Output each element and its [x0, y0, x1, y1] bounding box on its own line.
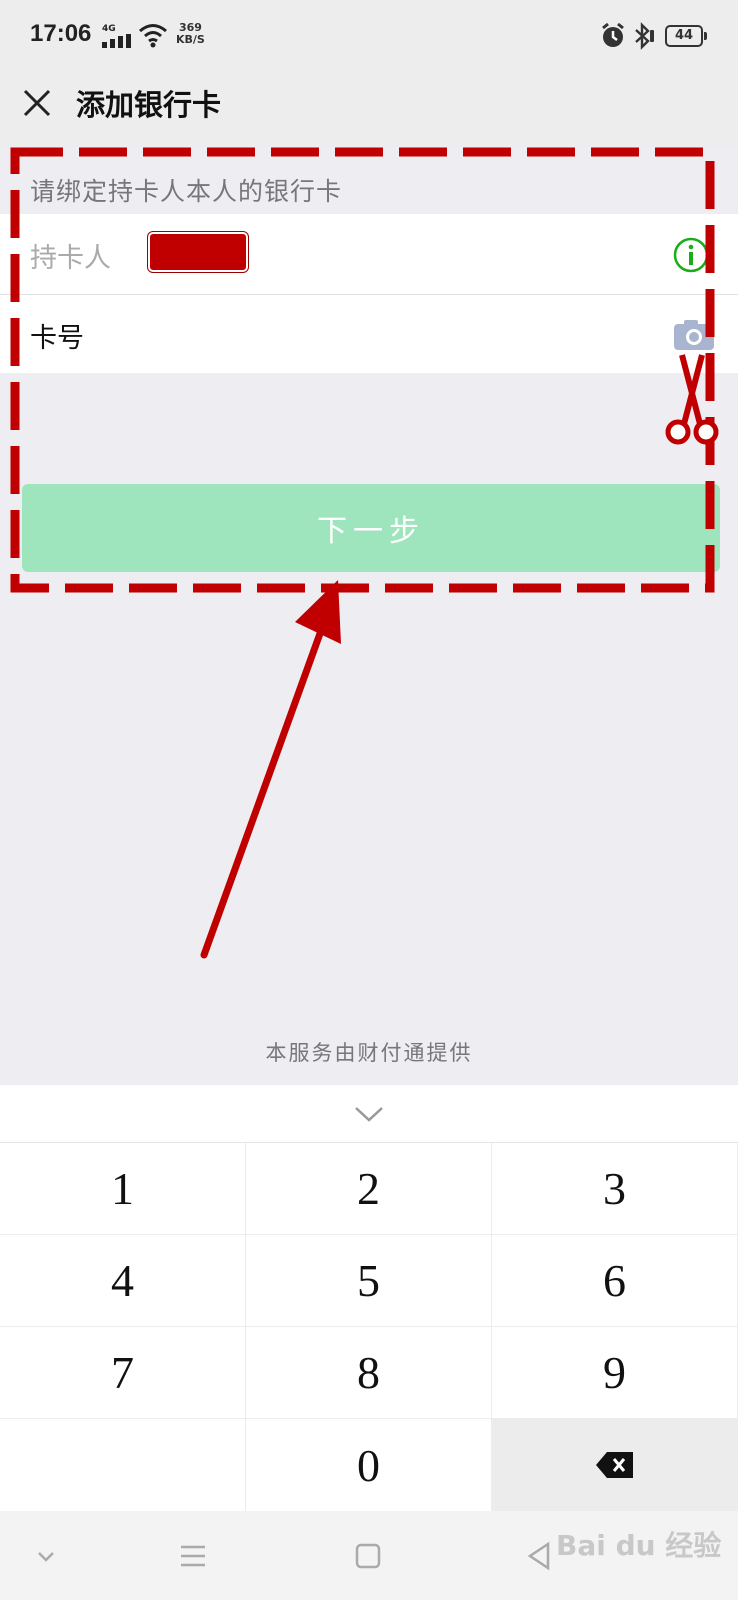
battery-indicator: 44	[665, 25, 707, 47]
cardholder-label: 持卡人	[30, 243, 111, 274]
camera-icon[interactable]	[672, 318, 716, 352]
nav-back-icon[interactable]	[522, 1538, 558, 1574]
key-4[interactable]: 4	[0, 1235, 246, 1327]
alarm-icon	[602, 22, 624, 47]
backspace-icon	[595, 1452, 633, 1478]
key-7[interactable]: 7	[0, 1327, 246, 1419]
card-number-field[interactable]	[0, 295, 738, 373]
status-time: 17:06	[30, 20, 92, 47]
network-type: 4G	[102, 24, 116, 34]
signal-icon	[102, 34, 131, 48]
key-8[interactable]: 8	[246, 1327, 492, 1419]
info-icon[interactable]	[672, 236, 710, 274]
provider-note: 本服务由财付通提供	[265, 1041, 473, 1065]
speed-unit: KB/S	[176, 33, 205, 46]
key-6[interactable]: 6	[492, 1235, 738, 1327]
bluetooth-icon	[635, 22, 654, 50]
bind-hint: 请绑定持卡人本人的银行卡	[30, 177, 343, 206]
key-3[interactable]: 3	[492, 1143, 738, 1235]
key-0[interactable]: 0	[246, 1419, 492, 1512]
key-9[interactable]: 9	[492, 1327, 738, 1419]
close-icon[interactable]	[20, 86, 54, 120]
key-blank	[0, 1419, 246, 1512]
keypad-grid: 1 2 3 4 5 6 7 8 9 0	[0, 1142, 738, 1512]
page-title: 添加银行卡	[76, 88, 222, 122]
wifi-icon	[139, 24, 167, 48]
next-step-button[interactable]: 下一步	[22, 484, 720, 572]
redacted-name	[148, 232, 248, 272]
card-number-label: 卡号	[30, 323, 84, 354]
key-1[interactable]: 1	[0, 1143, 246, 1235]
chevron-down-icon[interactable]	[350, 1100, 388, 1126]
nav-menu-icon[interactable]	[175, 1538, 211, 1574]
watermark: Bai du 经验	[556, 1529, 722, 1562]
key-5[interactable]: 5	[246, 1235, 492, 1327]
network-speed: 369 KB/S	[176, 22, 205, 46]
key-2[interactable]: 2	[246, 1143, 492, 1235]
nav-home-icon[interactable]	[350, 1538, 386, 1574]
backspace-key[interactable]	[492, 1419, 738, 1512]
nav-chevron-down-icon[interactable]	[28, 1538, 64, 1574]
